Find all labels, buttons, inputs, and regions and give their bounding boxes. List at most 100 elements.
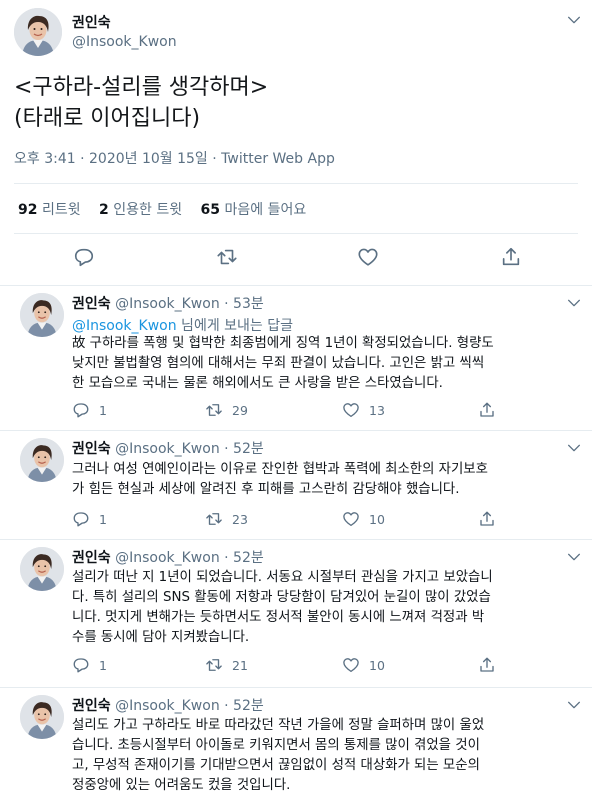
- retweet-count: 23: [232, 511, 248, 527]
- share-icon[interactable]: [500, 246, 522, 268]
- reply-time[interactable]: · 53분: [224, 296, 264, 312]
- like-action[interactable]: 10: [342, 510, 385, 528]
- reply-tweet[interactable]: 권인숙 @Insook_Kwon · 52분 설리도 가고 구하라도 바로 따라…: [0, 689, 592, 794]
- reply-text-line: 다. 특히 설리의 SNS 활동에 저항과 당당함이 담겨있어 눈길이 많이 갔…: [72, 590, 491, 605]
- reply-count: 1: [99, 402, 107, 418]
- chevron-down-icon[interactable]: [566, 295, 582, 311]
- reply-icon[interactable]: [72, 401, 90, 419]
- share-action[interactable]: [478, 510, 505, 528]
- divider: [14, 233, 578, 234]
- reply-context-text: 님에게 보내는 답글: [176, 318, 293, 334]
- like-icon[interactable]: [342, 510, 360, 528]
- like-icon[interactable]: [357, 246, 379, 268]
- tweet-text-line: (타래로 이어집니다): [14, 106, 201, 131]
- reply-icon[interactable]: [73, 246, 95, 268]
- reply-text-line: 수를 동시에 담아 지켜봤습니다.: [72, 630, 250, 645]
- reply-text-line: 고, 무성적 존재이기를 기대받으면서 끊임없이 성적 대상화가 되는 모순의: [72, 758, 480, 773]
- author-handle[interactable]: @Insook_Kwon: [115, 441, 220, 457]
- retweet-action[interactable]: 21: [205, 656, 248, 674]
- author-name[interactable]: 권인숙: [72, 550, 111, 566]
- share-icon[interactable]: [478, 401, 496, 419]
- reply-actions: 1 23 10: [72, 510, 512, 532]
- chevron-down-icon[interactable]: [566, 697, 582, 713]
- reply-text-line: 故 구하라를 폭행 및 협박한 최종범에게 징역 1년이 확정되었습니다. 형량…: [72, 336, 494, 351]
- avatar[interactable]: [14, 8, 62, 56]
- retweet-icon[interactable]: [205, 401, 223, 419]
- like-count: 13: [369, 402, 385, 418]
- reply-action[interactable]: 1: [72, 510, 107, 528]
- share-icon[interactable]: [478, 510, 496, 528]
- author-handle[interactable]: @Insook_Kwon: [115, 698, 220, 714]
- reply-text: 그러나 여성 연예인이라는 이유로 잔인한 협박과 폭력에 최소한의 자기보호 …: [72, 460, 584, 500]
- retweet-count: 29: [232, 402, 248, 418]
- like-icon[interactable]: [342, 401, 360, 419]
- avatar[interactable]: [20, 438, 64, 482]
- chevron-down-icon[interactable]: [566, 549, 582, 565]
- retweet-icon[interactable]: [216, 246, 238, 268]
- reply-actions: 1 21 10: [72, 656, 512, 678]
- tweet-text: <구하라-설리를 생각하며> (타래로 이어집니다): [14, 72, 268, 134]
- like-count: 10: [369, 657, 385, 673]
- avatar-image: [14, 8, 62, 56]
- likes-count[interactable]: 65: [201, 202, 220, 218]
- like-icon[interactable]: [342, 656, 360, 674]
- author-handle[interactable]: @Insook_Kwon: [115, 550, 220, 566]
- reply-icon[interactable]: [72, 656, 90, 674]
- tweet-text-line: <구하라-설리를 생각하며>: [14, 75, 269, 100]
- like-action[interactable]: 13: [342, 401, 385, 419]
- tweet-actions: [0, 246, 592, 270]
- avatar-image: [20, 547, 64, 591]
- retweets-label[interactable]: 리트윗: [42, 202, 81, 218]
- avatar[interactable]: [20, 547, 64, 591]
- tweet-timestamp[interactable]: 오후 3:41 · 2020년 10월 15일 · Twitter Web Ap…: [14, 148, 335, 168]
- main-tweet: 권인숙 @Insook_Kwon <구하라-설리를 생각하며> (타래로 이어집…: [0, 0, 592, 286]
- quotes-count[interactable]: 2: [99, 202, 109, 218]
- reply-action[interactable]: 1: [72, 401, 107, 419]
- avatar-image: [20, 438, 64, 482]
- reply-actions: 1 29 13: [72, 401, 512, 423]
- avatar-image: [20, 293, 64, 337]
- share-icon[interactable]: [478, 656, 496, 674]
- reply-text-line: 한 모습으로 국내는 물론 해외에서도 큰 사랑을 받은 스타였습니다.: [72, 376, 443, 391]
- reply-text: 故 구하라를 폭행 및 협박한 최종범에게 징역 1년이 확정되었습니다. 형량…: [72, 334, 584, 394]
- likes-label[interactable]: 마음에 들어요: [224, 202, 306, 218]
- reply-header: 권인숙 @Insook_Kwon · 52분: [72, 547, 264, 567]
- chevron-down-icon[interactable]: [566, 440, 582, 456]
- avatar[interactable]: [20, 293, 64, 337]
- retweet-action[interactable]: 23: [205, 510, 248, 528]
- reply-icon[interactable]: [72, 510, 90, 528]
- reply-text-line: 설리도 가고 구하라도 바로 따라갔던 작년 가을에 정말 슬퍼하며 많이 울었: [72, 718, 485, 733]
- reply-context: @Insook_Kwon 님에게 보내는 답글: [72, 315, 293, 335]
- reply-time[interactable]: · 52분: [224, 550, 264, 566]
- reply-time[interactable]: · 52분: [224, 698, 264, 714]
- like-count: 10: [369, 511, 385, 527]
- reply-text-line: 가 힘든 현실과 세상에 알려진 후 피해를 고스란히 감당해야 했습니다.: [72, 482, 460, 497]
- avatar[interactable]: [20, 695, 64, 739]
- author-name[interactable]: 권인숙: [72, 12, 111, 32]
- reply-tweet[interactable]: 권인숙 @Insook_Kwon · 52분 설리가 떠난 지 1년이 되었습니…: [0, 541, 592, 688]
- reply-text-line: 니다. 멋지게 변해가는 듯하면서도 정서적 불안이 동시에 느껴져 걱정과 박: [72, 610, 485, 625]
- reply-header: 권인숙 @Insook_Kwon · 53분: [72, 293, 264, 313]
- author-handle[interactable]: @Insook_Kwon: [72, 34, 177, 50]
- reply-action[interactable]: 1: [72, 656, 107, 674]
- author-name[interactable]: 권인숙: [72, 441, 111, 457]
- retweet-icon[interactable]: [205, 510, 223, 528]
- chevron-down-icon[interactable]: [566, 12, 582, 28]
- author-name[interactable]: 권인숙: [72, 296, 111, 312]
- retweet-icon[interactable]: [205, 656, 223, 674]
- mention-link[interactable]: @Insook_Kwon: [72, 318, 177, 334]
- reply-header: 권인숙 @Insook_Kwon · 52분: [72, 695, 264, 715]
- like-action[interactable]: 10: [342, 656, 385, 674]
- retweet-action[interactable]: 29: [205, 401, 248, 419]
- retweet-count: 21: [232, 657, 248, 673]
- reply-tweet[interactable]: 권인숙 @Insook_Kwon · 52분 그러나 여성 연예인이라는 이유로…: [0, 432, 592, 540]
- retweets-count[interactable]: 92: [18, 202, 37, 218]
- author-handle[interactable]: @Insook_Kwon: [115, 296, 220, 312]
- share-action[interactable]: [478, 401, 505, 419]
- author-name[interactable]: 권인숙: [72, 698, 111, 714]
- reply-tweet[interactable]: 권인숙 @Insook_Kwon · 53분 @Insook_Kwon 님에게 …: [0, 287, 592, 431]
- reply-time[interactable]: · 52분: [224, 441, 264, 457]
- share-action[interactable]: [478, 656, 505, 674]
- quotes-label[interactable]: 인용한 트윗: [113, 202, 182, 218]
- reply-text-line: 설리가 떠난 지 1년이 되었습니다. 서동요 시절부터 관심을 가지고 보았습…: [72, 570, 493, 585]
